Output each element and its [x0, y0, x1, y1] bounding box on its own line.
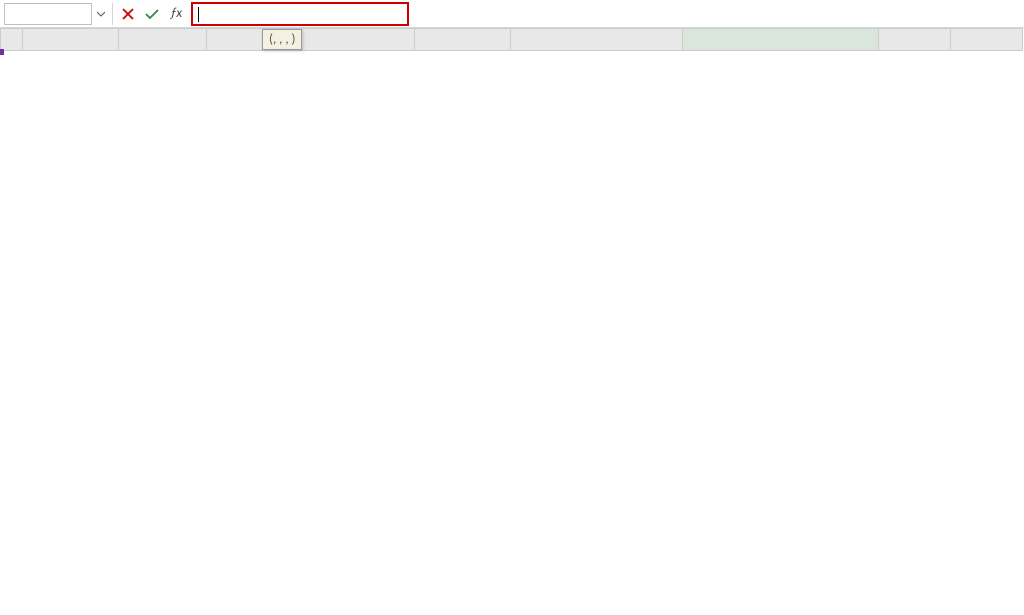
- col-header-F[interactable]: [511, 29, 683, 51]
- formula-text: [197, 5, 199, 22]
- col-header-B[interactable]: [119, 29, 207, 51]
- enter-button[interactable]: [141, 3, 163, 25]
- x-icon: [122, 8, 134, 20]
- col-header-I[interactable]: [951, 29, 1023, 51]
- select-all[interactable]: [1, 29, 23, 51]
- col-header-E[interactable]: [415, 29, 511, 51]
- insert-function-button[interactable]: ƒx: [165, 3, 187, 25]
- range-selection-marquee: [0, 51, 2, 53]
- name-box-dropdown[interactable]: [94, 3, 108, 25]
- fx-icon: ƒx: [170, 6, 182, 21]
- name-box[interactable]: [4, 3, 92, 25]
- chevron-down-icon: [97, 10, 105, 18]
- col-header-H[interactable]: [879, 29, 951, 51]
- formula-input[interactable]: [191, 2, 409, 26]
- formula-bar: ƒx: [0, 0, 1024, 28]
- formula-tooltip: (, , , ): [262, 29, 302, 50]
- check-icon: [145, 8, 159, 20]
- spreadsheet-grid[interactable]: [0, 28, 1023, 51]
- col-header-A[interactable]: [23, 29, 119, 51]
- col-header-G[interactable]: [683, 29, 879, 51]
- cancel-button[interactable]: [117, 3, 139, 25]
- separator: [112, 3, 113, 25]
